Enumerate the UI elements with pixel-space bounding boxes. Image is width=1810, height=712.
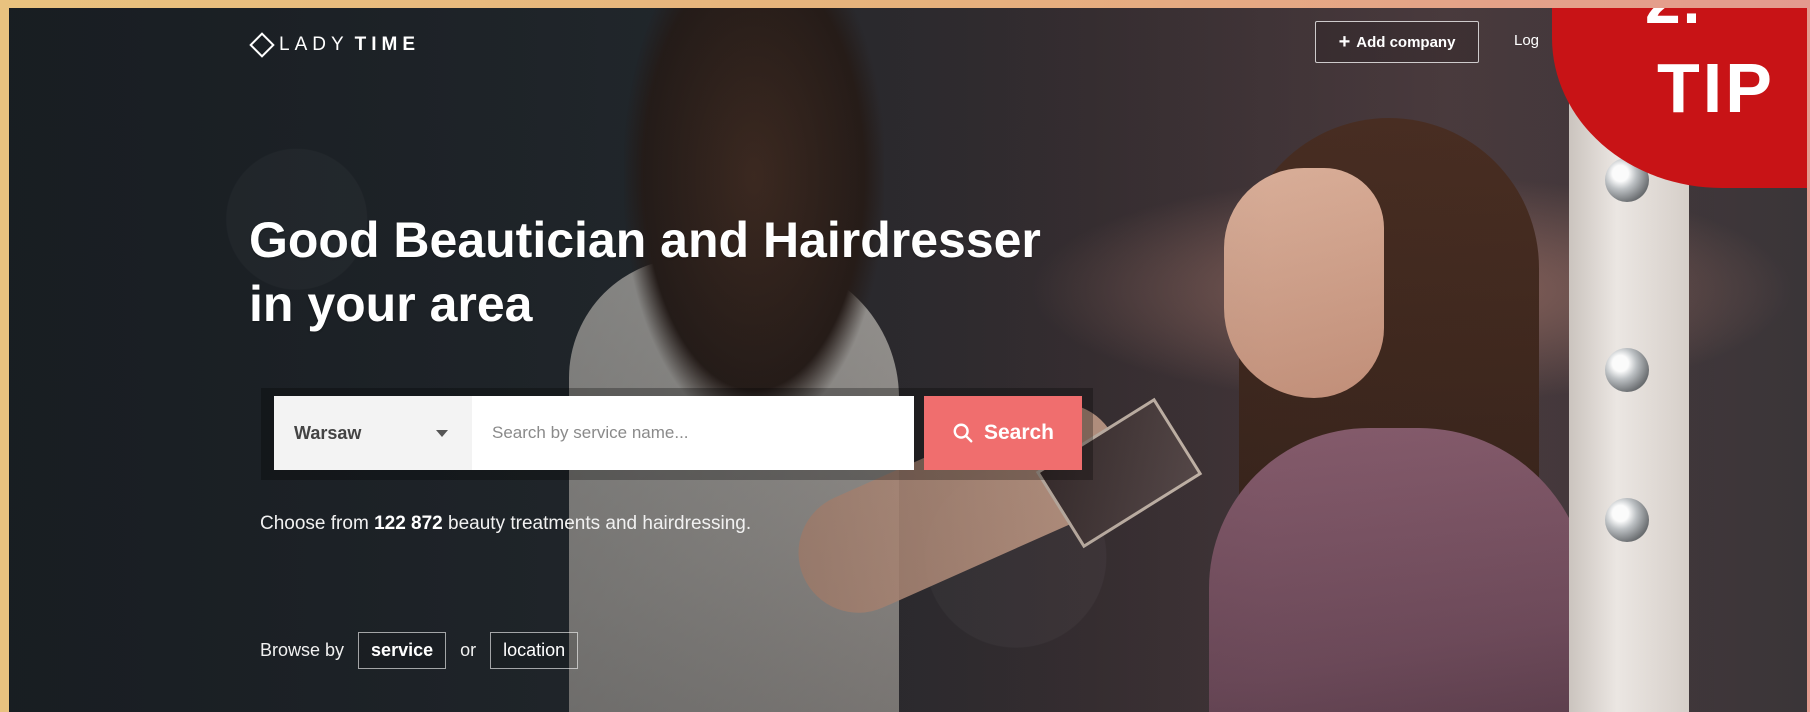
caret-down-icon bbox=[436, 429, 448, 437]
browse-by-service-button[interactable]: service bbox=[358, 632, 447, 669]
headline-line-2: in your area bbox=[249, 276, 533, 332]
count-prefix: Choose from bbox=[260, 513, 369, 534]
city-select[interactable]: Warsaw bbox=[274, 396, 472, 470]
page-title: Good Beautician and Hairdresser in your … bbox=[249, 208, 1149, 336]
tip-number: 2. bbox=[1645, 8, 1702, 38]
service-search-input[interactable] bbox=[472, 396, 914, 470]
search-button-label: Search bbox=[983, 421, 1055, 444]
photo-client-hair bbox=[1239, 118, 1539, 678]
page-frame: LADY TIME + Add company Log Good Beautici… bbox=[0, 0, 1810, 712]
count-suffix: beauty treatments and hairdressing. bbox=[448, 513, 752, 534]
site-logo[interactable]: LADY TIME bbox=[249, 32, 421, 58]
login-link[interactable]: Log bbox=[1514, 32, 1539, 49]
add-company-label: Add company bbox=[1356, 33, 1456, 51]
mirror-bulb bbox=[1605, 498, 1649, 542]
photo-client-face bbox=[1224, 168, 1384, 398]
browse-row: Browse by service or location bbox=[260, 632, 579, 669]
hero-overlay bbox=[9, 8, 1807, 712]
logo-text-bold: TIME bbox=[354, 34, 421, 55]
logo-text-light: LADY bbox=[279, 34, 349, 55]
photo-client-blouse bbox=[1209, 428, 1589, 712]
browse-prefix: Browse by bbox=[260, 640, 345, 660]
add-company-button[interactable]: + Add company bbox=[1315, 21, 1479, 63]
city-select-value: Warsaw bbox=[294, 422, 362, 443]
headline-line-1: Good Beautician and Hairdresser bbox=[249, 212, 1041, 268]
plus-icon: + bbox=[1338, 31, 1351, 53]
search-button[interactable]: Search bbox=[924, 396, 1082, 470]
browse-by-location-button[interactable]: location bbox=[490, 632, 579, 669]
tip-label: TIP bbox=[1657, 49, 1775, 127]
logo-diamond-icon bbox=[249, 32, 275, 58]
mirror-bulb bbox=[1605, 348, 1649, 392]
search-icon bbox=[953, 423, 973, 443]
treatment-count-text: Choose from 122 872 beauty treatments an… bbox=[260, 513, 751, 535]
browse-separator: or bbox=[460, 640, 477, 660]
hero-section: LADY TIME + Add company Log Good Beautici… bbox=[9, 8, 1807, 712]
treatment-count: 122 872 bbox=[374, 513, 443, 534]
